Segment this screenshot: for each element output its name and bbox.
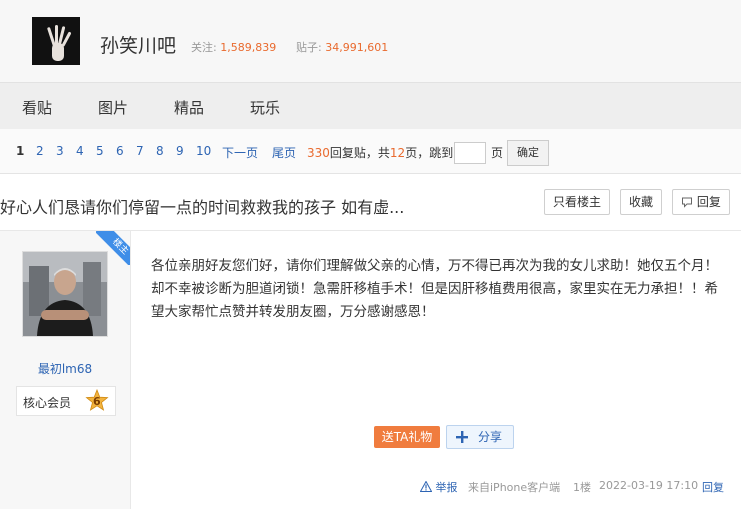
share-button-label: 分享: [478, 430, 503, 444]
pager-summary: 330回复贴，共12页，跳到: [307, 144, 453, 161]
posts-count: 34,991,601: [325, 41, 389, 54]
author-username[interactable]: 最初lm68: [0, 360, 130, 377]
post-floor-1: 最初lm68 核心会员 6 楼主 各位亲朋好友您们好，请你们理解做父亲的心情，万…: [0, 231, 741, 509]
page-jump-input[interactable]: [454, 142, 486, 164]
page-1: 1: [16, 144, 25, 158]
reply-label: 回复贴，共: [329, 146, 390, 160]
member-badge[interactable]: 核心会员 6: [16, 386, 116, 416]
send-gift-button[interactable]: 送TA礼物: [374, 426, 440, 448]
report-label: 举报: [435, 481, 458, 494]
next-page-link[interactable]: 下一页: [222, 144, 258, 161]
reply-count: 330: [307, 146, 330, 160]
total-pages: 12: [389, 146, 406, 160]
op-badge-label: 楼主: [96, 231, 130, 265]
jump-label: 跳到: [429, 146, 454, 160]
posts-stat: 贴子: 34,991,601: [296, 39, 388, 55]
nav-tab-featured[interactable]: 精品: [174, 97, 204, 118]
level-number: 6: [93, 395, 101, 408]
confirm-jump-button[interactable]: 确定: [507, 140, 549, 166]
page-unit: 页: [491, 146, 504, 160]
post-content: 各位亲朋好友您们好，请你们理解做父亲的心情，万不得已再次为我的女儿求助！她仅五个…: [151, 258, 718, 320]
reply-button[interactable]: 回复: [672, 189, 730, 215]
forum-header: 孙笑川吧 关注: 1,589,839 贴子: 34,991,601: [0, 0, 741, 82]
post-source: 来自iPhone客户端: [468, 481, 561, 494]
reply-icon: [682, 197, 693, 208]
forum-name[interactable]: 孙笑川吧: [100, 31, 176, 58]
pagination-bar: 1 2 3 4 5 6 7 8 9 10 下一页 尾页 330回复贴，共12页，…: [0, 129, 741, 174]
member-label: 核心会员: [23, 396, 72, 410]
thread-title: 好心人们恳请你们停留一点的时间救救我的孩子 如有虚...: [0, 198, 405, 217]
page-3[interactable]: 3: [56, 144, 64, 158]
warning-icon: [419, 480, 433, 492]
follow-label: 关注:: [191, 41, 217, 54]
report-link[interactable]: 举报: [419, 479, 458, 495]
page-4[interactable]: 4: [76, 144, 84, 158]
post-floor: 1楼: [573, 481, 591, 494]
post-time: 2022-03-19 17:10: [599, 479, 699, 492]
pages-suffix: 页，: [405, 146, 430, 160]
page-10[interactable]: 10: [196, 144, 211, 158]
favorite-button[interactable]: 收藏: [620, 189, 662, 215]
share-plus-icon: [456, 431, 468, 443]
page-5[interactable]: 5: [96, 144, 104, 158]
nav-tab-posts[interactable]: 看贴: [22, 97, 52, 118]
share-button[interactable]: 分享: [446, 425, 514, 449]
page-9[interactable]: 9: [176, 144, 184, 158]
page-8[interactable]: 8: [156, 144, 164, 158]
last-page-link[interactable]: 尾页: [272, 144, 296, 161]
follow-stat: 关注: 1,589,839: [191, 39, 276, 55]
follow-count: 1,589,839: [220, 41, 277, 54]
thread-title-bar: 好心人们恳请你们停留一点的时间救救我的孩子 如有虚... 只看楼主 收藏 回复: [0, 174, 741, 231]
nav-tab-images[interactable]: 图片: [98, 97, 128, 118]
reply-button-label: 回复: [696, 195, 721, 209]
post-reply-link[interactable]: 回复: [702, 479, 724, 495]
op-ribbon: 楼主: [96, 231, 130, 265]
forum-avatar[interactable]: [32, 17, 80, 65]
forum-nav: 看贴 图片 精品 玩乐: [0, 82, 741, 130]
only-op-button[interactable]: 只看楼主: [544, 189, 610, 215]
author-panel: 最初lm68 核心会员 6 楼主: [0, 231, 131, 509]
nav-tab-fun[interactable]: 玩乐: [250, 97, 280, 118]
page-6[interactable]: 6: [116, 144, 124, 158]
posts-label: 贴子:: [296, 41, 322, 54]
page-2[interactable]: 2: [36, 144, 44, 158]
page-7[interactable]: 7: [136, 144, 144, 158]
